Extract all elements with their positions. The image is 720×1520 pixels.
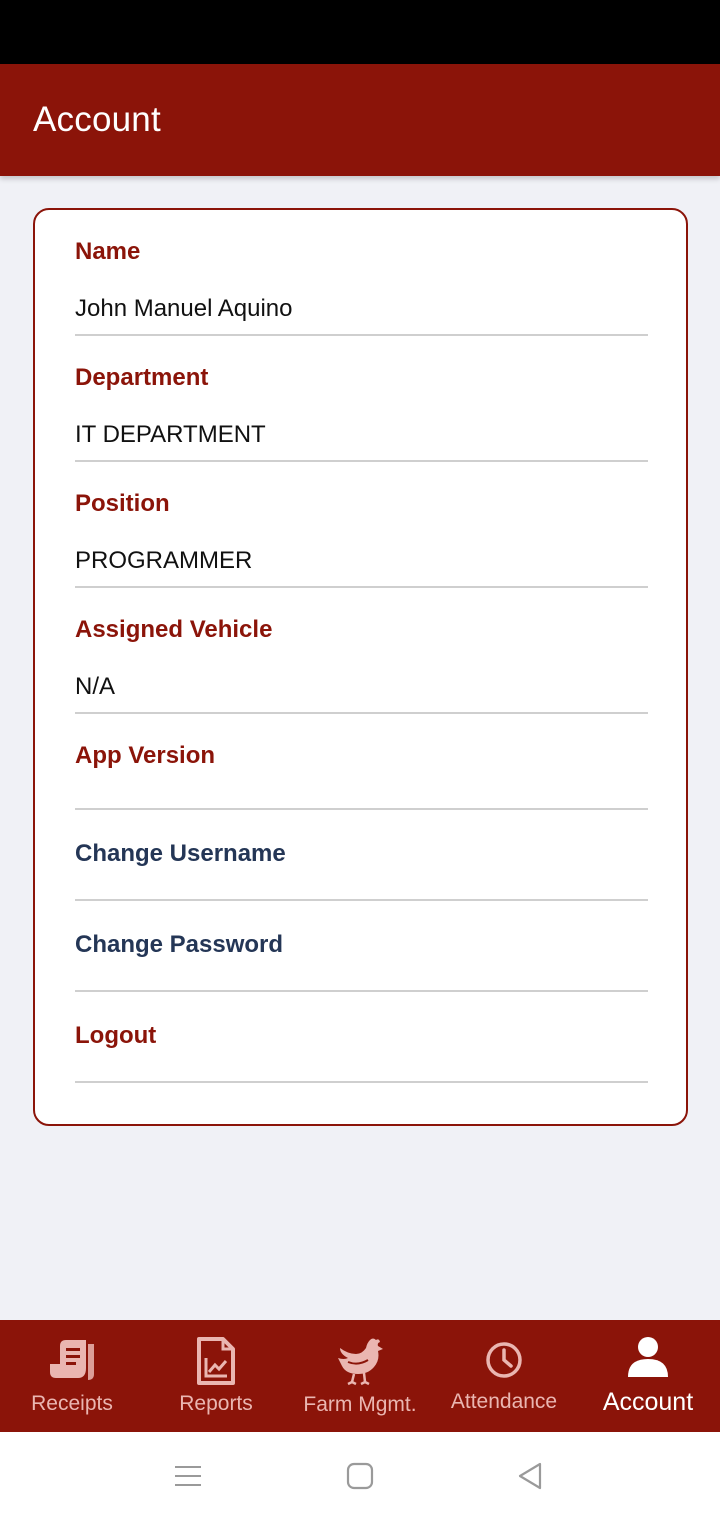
nav-label: Attendance (450, 1390, 558, 1413)
back-icon (518, 1462, 542, 1490)
nav-item-reports[interactable]: Reports (144, 1320, 288, 1432)
nav-label: Receipts (31, 1392, 113, 1415)
field-value: IT DEPARTMENT (75, 421, 266, 448)
change-username-button[interactable]: Change Username (75, 810, 648, 901)
field-value: John Manuel Aquino (75, 295, 293, 322)
system-back-button[interactable] (490, 1432, 570, 1520)
change-password-button[interactable]: Change Password (75, 901, 648, 992)
report-icon (197, 1337, 235, 1385)
field-assigned-vehicle: Assigned Vehicle N/A (75, 588, 648, 714)
field-name: Name John Manuel Aquino (75, 210, 648, 336)
app-header: Account (0, 64, 720, 176)
nav-label: Reports (179, 1392, 253, 1415)
account-card: Name John Manuel Aquino Department IT DE… (33, 208, 688, 1126)
field-label: Position (75, 490, 170, 517)
logout-button[interactable]: Logout (75, 992, 648, 1083)
field-department: Department IT DEPARTMENT (75, 336, 648, 462)
field-position: Position PROGRAMMER (75, 462, 648, 588)
chicken-icon (338, 1338, 383, 1386)
system-menu-button[interactable] (148, 1432, 228, 1520)
menu-icon (175, 1466, 201, 1486)
nav-item-attendance[interactable]: Attendance (432, 1320, 576, 1432)
nav-item-farm-mgmt[interactable]: Farm Mgmt. (288, 1320, 432, 1432)
system-nav-bar (0, 1432, 720, 1520)
field-value: PROGRAMMER (75, 547, 253, 574)
bottom-nav: Receipts Reports Farm Mgmt. Attendance A… (0, 1320, 720, 1432)
field-label: Name (75, 238, 141, 265)
status-bar (0, 0, 720, 64)
page-title: Account (33, 100, 161, 139)
receipt-icon (50, 1340, 94, 1380)
field-value: N/A (75, 673, 116, 700)
field-app-version: App Version (75, 714, 648, 810)
field-label: Department (75, 364, 209, 391)
nav-label: Farm Mgmt. (303, 1393, 417, 1416)
nav-item-receipts[interactable]: Receipts (0, 1320, 144, 1432)
system-home-button[interactable] (320, 1432, 400, 1520)
user-icon (628, 1337, 668, 1377)
change-password-label: Change Password (75, 931, 284, 958)
change-username-label: Change Username (75, 840, 286, 867)
field-label: Assigned Vehicle (75, 616, 273, 643)
nav-item-account[interactable]: Account (576, 1320, 720, 1432)
field-label: App Version (75, 742, 216, 769)
logout-label: Logout (75, 1022, 157, 1049)
clock-icon (486, 1342, 522, 1378)
home-icon (346, 1462, 374, 1490)
nav-label: Account (602, 1388, 694, 1416)
